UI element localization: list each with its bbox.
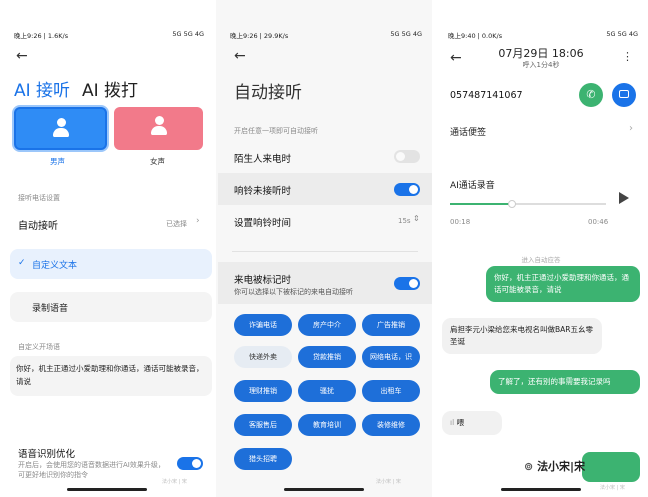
voice-optimize-toggle[interactable]	[177, 457, 203, 470]
brand-watermark: ⊚ 法小宋|宋	[524, 458, 585, 474]
back-arrow-icon[interactable]: ←	[234, 48, 246, 64]
tag-harassment[interactable]: 骚扰	[298, 380, 356, 402]
home-indicator	[501, 488, 581, 491]
section-answer-settings: 接听电话设置	[18, 194, 60, 202]
female-voice-card[interactable]	[114, 107, 203, 150]
tag-customer-service[interactable]: 客服售后	[234, 414, 292, 436]
voice-optimize-desc: 开启后，会使用您的语音数据进行AI效果升级，可更好地识别你的指令	[18, 461, 165, 479]
call-back-phone-icon[interactable]: ✆	[579, 83, 603, 107]
back-arrow-icon[interactable]: ←	[16, 48, 28, 64]
missed-call-toggle[interactable]	[394, 183, 420, 196]
tab-ai-answer[interactable]: AI 接听	[14, 76, 70, 101]
status-bar-time: 晚上9:26 | 1.6K/s	[14, 32, 69, 40]
home-indicator	[67, 488, 147, 491]
chat-bubble-caller: ıl 喂	[442, 411, 502, 435]
call-date-time: 07月29日 18:06	[498, 47, 584, 60]
auto-answer-mode-label: 进入自动应答	[521, 256, 561, 264]
hint-text: 开启任意一项即可自动接听	[234, 127, 318, 135]
play-icon[interactable]	[619, 192, 629, 204]
tag-headhunter[interactable]: 猎头招聘	[234, 448, 292, 470]
wechat-icon: ⊚	[524, 460, 534, 473]
call-notes-label[interactable]: 通话便签	[450, 125, 486, 138]
recording-progress-track[interactable]	[450, 200, 606, 208]
chat-text: 肩担李元小梁给您来电视名叫做BAR五幺零圣诞	[450, 325, 593, 346]
tag-finance[interactable]: 理财推销	[234, 380, 292, 402]
custom-text-option[interactable]: ✓ 自定义文本	[10, 249, 212, 279]
chat-text: 了解了，还有别的事需要我记录吗	[498, 377, 611, 386]
call-duration: 呼入1分4秒	[522, 61, 560, 69]
male-avatar-icon	[53, 118, 69, 138]
page-title: 自动接听	[234, 83, 302, 103]
auto-answer-value: 已选择	[166, 220, 187, 228]
home-indicator	[284, 488, 364, 491]
status-bar-signal: 5G 5G 4G	[606, 30, 638, 38]
tag-ad-sales[interactable]: 广告推销	[362, 314, 420, 336]
divider	[232, 251, 418, 252]
tag-renovation[interactable]: 装修维修	[362, 414, 420, 436]
phone-auto-answer-settings: 晚上9:26 | 29.9K/s 5G 5G 4G ← 自动接听 开启任意一项即…	[216, 0, 432, 497]
tag-loan[interactable]: 贷款推销	[298, 346, 356, 368]
chat-bubble-ai: 你好，机主正通过小爱助理和你通话，通话可能被录音，请说	[486, 266, 640, 302]
tag-taxi[interactable]: 出租车	[362, 380, 420, 402]
recording-time-start: 00:18	[450, 218, 471, 226]
male-voice-card[interactable]	[14, 107, 107, 150]
status-bar-signal: 5G 5G 4G	[390, 30, 422, 38]
watermark: 法小宋 | 宋	[600, 485, 625, 491]
status-bar-time: 晚上9:26 | 29.9K/s	[230, 32, 289, 40]
recording-progress-thumb[interactable]	[508, 200, 517, 208]
record-voice-label: 录制语音	[32, 304, 69, 314]
chat-bubble-ai: 了解了，还有别的事需要我记录吗	[490, 370, 640, 394]
stepper-icon[interactable]: ⇕	[413, 214, 420, 223]
phone-call-record: 晚上9:40 | 0.0K/s 5G 5G 4G ← 07月29日 18:06 …	[434, 0, 648, 497]
green-corner-button[interactable]	[582, 452, 640, 482]
stranger-call-toggle[interactable]	[394, 150, 420, 163]
greeting-text-box[interactable]: 你好，机主正通过小爱助理和你通话，通话可能被录音，请说	[10, 356, 212, 396]
female-voice-label: 女声	[150, 157, 165, 166]
missed-call-label: 响铃未接听时	[234, 186, 292, 197]
status-bar-time: 晚上9:40 | 0.0K/s	[448, 32, 503, 40]
record-voice-option[interactable]: 录制语音	[10, 292, 212, 322]
marked-call-toggle[interactable]	[394, 277, 420, 290]
section-greeting: 自定义开场语	[18, 343, 60, 351]
tag-education[interactable]: 教育培训	[298, 414, 356, 436]
auto-answer-label[interactable]: 自动接听	[18, 217, 58, 232]
chat-bubble-caller: 肩担李元小梁给您来电视名叫做BAR五幺零圣诞	[442, 318, 602, 354]
check-icon: ✓	[18, 258, 26, 268]
message-icon[interactable]	[612, 83, 636, 107]
custom-text-label: 自定义文本	[32, 261, 78, 271]
watermark: 法小宋 | 宋	[162, 479, 187, 485]
marked-call-desc: 你可以选择以下被标记的来电自动接听	[234, 288, 353, 296]
status-bar-signal: 5G 5G 4G	[172, 30, 204, 38]
tag-delivery[interactable]: 快递外卖	[234, 346, 292, 368]
marked-call-label: 来电被标记时	[234, 275, 292, 286]
recording-progress-fill	[450, 203, 513, 205]
caller-number: 057487141067	[450, 90, 523, 101]
tag-voip[interactable]: 网络电话，识	[362, 346, 420, 368]
brand-name: 法小宋|宋	[537, 460, 586, 473]
male-voice-label: 男声	[50, 157, 65, 166]
watermark: 法小宋 | 宋	[376, 479, 401, 485]
chat-text: 你好，机主正通过小爱助理和你通话，通话可能被录音，请说	[494, 273, 629, 294]
voice-optimize-title: 语音识别优化	[18, 449, 76, 460]
female-avatar-icon	[151, 116, 167, 136]
phone-ai-answer-settings: 晚上9:26 | 1.6K/s 5G 5G 4G ← AI 接听 AI 拨打 男…	[0, 0, 214, 497]
ring-time-value[interactable]: 15s	[398, 217, 411, 225]
greeting-text: 你好，机主正通过小爱助理和你通话，通话可能被录音，请说	[16, 364, 204, 386]
tag-real-estate[interactable]: 房产中介	[298, 314, 356, 336]
chevron-right-icon: ›	[196, 216, 200, 226]
stranger-call-label: 陌生人来电时	[234, 154, 292, 165]
tab-ai-dial[interactable]: AI 拨打	[82, 76, 138, 101]
chat-text: 喂	[456, 418, 465, 427]
tag-fraud[interactable]: 诈骗电话	[234, 314, 292, 336]
ai-recording-title: AI通话录音	[450, 181, 495, 191]
chevron-right-icon[interactable]: ›	[629, 123, 633, 134]
ring-time-label: 设置响铃时间	[234, 218, 292, 229]
recording-time-end: 00:46	[588, 218, 609, 226]
more-menu-icon[interactable]: ⋮	[622, 50, 633, 63]
